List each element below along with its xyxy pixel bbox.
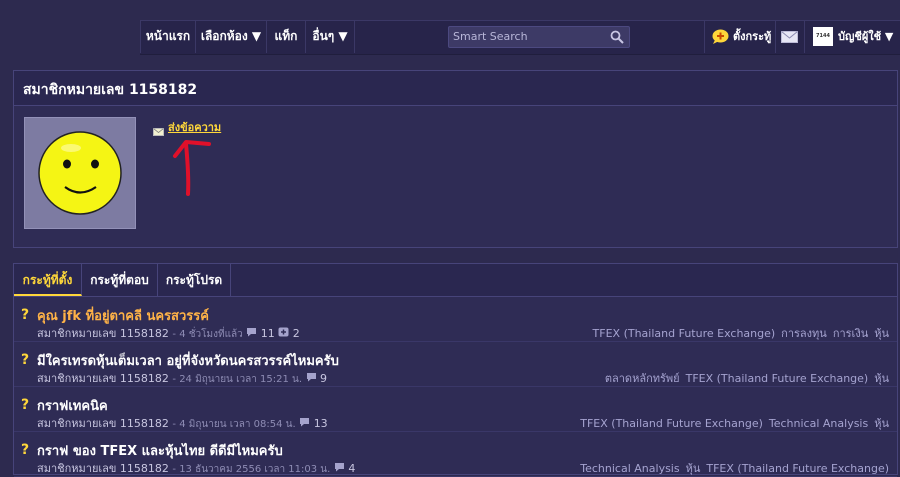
new-topic-label: ตั้งกระทู้ — [733, 30, 772, 43]
topic-meta: สมาชิกหมายเลข 1158182 - 24 มิถุนายน เวลา… — [37, 369, 327, 387]
comment-count: 4 — [348, 462, 356, 475]
new-topic-button[interactable]: ตั้งกระทู้ — [704, 20, 775, 53]
list-item[interactable]: ? กราฟเทคนิค สมาชิกหมายเลข 1158182 - 4 ม… — [14, 387, 897, 432]
topic-time: - 4 ชั่วโมงที่แล้ว — [172, 329, 243, 340]
list-item[interactable]: ? คุณ jfk ที่อยู่ตาคลี นครสวรรค์ สมาชิกห… — [14, 297, 897, 342]
send-message-link[interactable]: ส่งข้อความ — [168, 118, 221, 136]
plus-vote-icon — [278, 327, 289, 337]
nav-more[interactable]: อื่นๆ ▼ — [305, 20, 355, 53]
speech-bubble-icon — [712, 29, 729, 44]
comment-count: 11 — [260, 327, 275, 340]
topic-tags: TFEX (Thailand Future Exchange) การลงทุน ก… — [587, 324, 889, 342]
topic-author[interactable]: สมาชิกหมายเลข 1158182 — [37, 462, 169, 475]
tag-link[interactable]: หุ้น — [874, 327, 889, 340]
question-icon: ? — [21, 397, 30, 413]
topic-meta: สมาชิกหมายเลข 1158182 - 4 มิถุนายน เวลา … — [37, 414, 328, 432]
profile-avatar — [24, 117, 136, 229]
topic-tags: Technical Analysis หุ้น TFEX (Thailand Fut… — [574, 459, 889, 477]
topic-author[interactable]: สมาชิกหมายเลข 1158182 — [37, 372, 169, 385]
profile-header: สมาชิกหมายเลข 1158182 — [14, 71, 897, 106]
top-nav-bar: หน้าแรก เลือกห้อง ▼ แท็ก อื่นๆ ▼ ตั้งกระ… — [0, 0, 900, 55]
nav-choose-room[interactable]: เลือกห้อง ▼ — [195, 20, 266, 53]
tag-link[interactable]: TFEX (Thailand Future Exchange) — [580, 417, 763, 430]
nav-tags[interactable]: แท็ก — [266, 20, 305, 53]
tab-replied-topics[interactable]: กระทู้ที่ตอบ — [82, 264, 158, 296]
tag-link[interactable]: Technical Analysis — [580, 462, 679, 475]
nav-home[interactable]: หน้าแรก — [140, 20, 195, 53]
topic-title[interactable]: คุณ jfk ที่อยู่ตาคลี นครสวรรค์ — [37, 305, 209, 326]
topic-author[interactable]: สมาชิกหมายเลข 1158182 — [37, 327, 169, 340]
question-icon: ? — [21, 352, 30, 368]
topic-title[interactable]: กราฟ ของ TFEX และหุ้นไทย ดีดีมีไหมครับ — [37, 440, 283, 461]
topic-tags: TFEX (Thailand Future Exchange) Technical… — [574, 414, 889, 432]
search-icon[interactable] — [610, 29, 624, 48]
tab-bar: กระทู้ที่ตั้ง กระทู้ที่ตอบ กระทู้โปรด — [14, 264, 897, 297]
envelope-icon — [781, 31, 798, 43]
red-arrow-annotation — [173, 140, 211, 196]
topic-time: - 4 มิถุนายน เวลา 08:54 น. — [172, 419, 296, 430]
plus-count: 2 — [292, 327, 300, 340]
comment-icon — [334, 463, 344, 472]
tag-link[interactable]: การเงิน — [833, 327, 868, 340]
tag-link[interactable]: Technical Analysis — [769, 417, 868, 430]
topic-author[interactable]: สมาชิกหมายเลข 1158182 — [37, 417, 169, 430]
comment-icon — [300, 418, 310, 427]
messages-button[interactable] — [775, 20, 804, 53]
topic-title[interactable]: มีใครเทรดหุ้นเต็มเวลา อยู่ที่จังหวัดนครส… — [37, 350, 339, 371]
tag-link[interactable]: หุ้น — [686, 462, 701, 475]
tag-link[interactable]: หุ้น — [874, 372, 889, 385]
send-message-icon[interactable] — [153, 121, 164, 140]
avatar: 7144 — [813, 27, 833, 46]
tag-link[interactable]: TFEX (Thailand Future Exchange) — [686, 372, 869, 385]
question-icon: ? — [21, 307, 30, 323]
account-label: บัญชีผู้ใช้ ▼ — [838, 30, 894, 43]
tag-link[interactable]: ตลาดหลักทรัพย์ — [605, 372, 680, 385]
question-icon: ? — [21, 442, 30, 458]
page-title: สมาชิกหมายเลข 1158182 — [23, 82, 198, 98]
tag-link[interactable]: การลงทุน — [781, 327, 827, 340]
smiley-face-icon — [38, 131, 122, 215]
tab-favorite-topics[interactable]: กระทู้โปรด — [158, 264, 231, 296]
search-input[interactable] — [451, 28, 605, 44]
comment-count: 9 — [320, 372, 328, 385]
list-item[interactable]: ? มีใครเทรดหุ้นเต็มเวลา อยู่ที่จังหวัดนค… — [14, 342, 897, 387]
comment-icon — [306, 373, 316, 382]
topic-tags: ตลาดหลักทรัพย์ TFEX (Thailand Future Exch… — [599, 369, 889, 387]
smart-search[interactable] — [448, 26, 630, 48]
topic-meta: สมาชิกหมายเลข 1158182 - 4 ชั่วโมงที่แล้ว… — [37, 324, 300, 342]
profile-panel: สมาชิกหมายเลข 1158182 — [13, 70, 898, 248]
comment-icon — [247, 328, 257, 337]
tag-link[interactable]: TFEX (Thailand Future Exchange) — [706, 462, 889, 475]
topics-panel: กระทู้ที่ตั้ง กระทู้ที่ตอบ กระทู้โปรด ? … — [13, 263, 898, 477]
account-menu[interactable]: 7144 บัญชีผู้ใช้ ▼ — [804, 20, 900, 53]
tag-link[interactable]: TFEX (Thailand Future Exchange) — [593, 327, 776, 340]
topic-time: - 24 มิถุนายน เวลา 15:21 น. — [172, 374, 303, 385]
tab-my-topics[interactable]: กระทู้ที่ตั้ง — [14, 264, 82, 296]
topic-meta: สมาชิกหมายเลข 1158182 - 13 ธันวาคม 2556 … — [37, 459, 355, 477]
tag-link[interactable]: หุ้น — [874, 417, 889, 430]
topic-title[interactable]: กราฟเทคนิค — [37, 395, 108, 416]
list-item[interactable]: ? กราฟ ของ TFEX และหุ้นไทย ดีดีมีไหมครับ… — [14, 432, 897, 477]
topic-time: - 13 ธันวาคม 2556 เวลา 11:03 น. — [172, 464, 331, 475]
comment-count: 13 — [313, 417, 328, 430]
